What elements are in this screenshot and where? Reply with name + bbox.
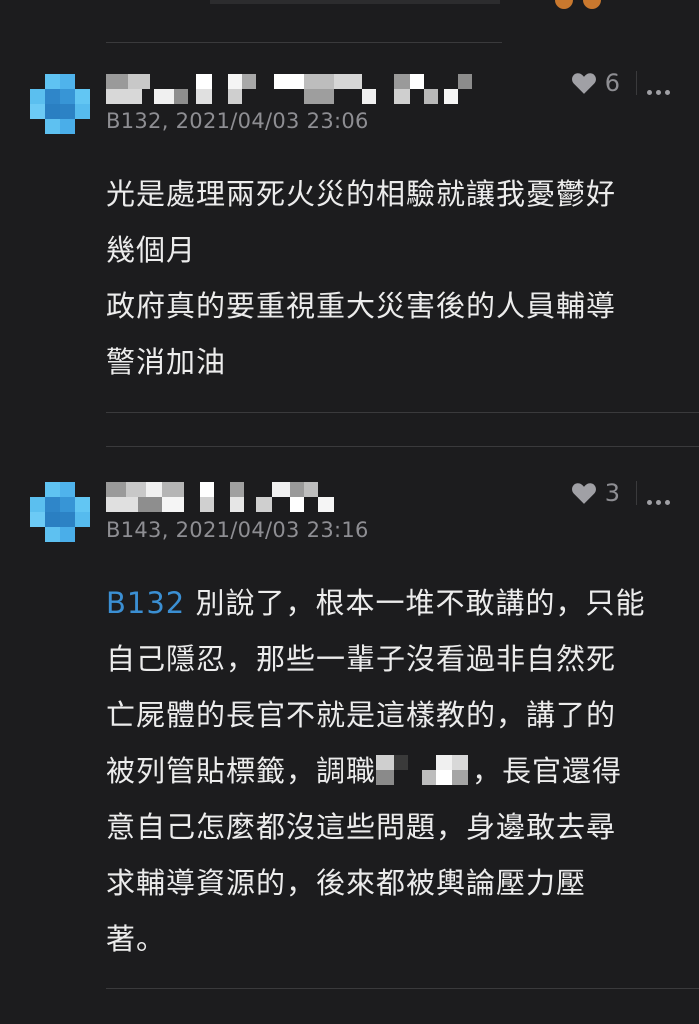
previous-comment-fragment (0, 0, 699, 40)
comment-line: 意自己怎麼都沒這些問題，身邊敢去尋 (106, 810, 617, 844)
divider (106, 412, 699, 413)
comment-line: 著。 (106, 922, 167, 956)
comment-body: 光是處理兩死火災的相驗就讓我憂鬱好 幾個月 政府真的要重視重大災害後的人員輔導 … (106, 166, 676, 390)
comment-line: B132 別說了，根本一堆不敢講的，只能 (106, 575, 676, 631)
avatar[interactable] (30, 482, 92, 544)
comment-line: 警消加油 (106, 345, 227, 379)
reply-reference-link[interactable]: B132 (106, 586, 185, 620)
heart-icon[interactable] (571, 481, 597, 505)
comment-line: 幾個月 (106, 233, 197, 267)
username-redacted[interactable] (106, 482, 346, 512)
comment-line: 亡屍體的長官不就是這樣教的，講了的 (106, 698, 617, 732)
comment-line: 自己隱忍，那些一輩子沒看過非自然死 (106, 642, 617, 676)
previous-comment-text-fragment (210, 0, 500, 4)
separator (636, 71, 637, 95)
comment-feed: B132, 2021/04/03 23:06 6 光是處理兩死火災的相驗就讓我憂… (0, 0, 699, 1024)
comment-line: 光是處理兩死火災的相驗就讓我憂鬱好 (106, 177, 617, 211)
comment-text: ，長官還得 (472, 754, 623, 788)
comment-line: 政府真的要重視重大災害後的人員輔導 (106, 289, 617, 323)
emoji-reactions-fragment (555, 0, 615, 9)
redacted-text (376, 755, 472, 785)
divider (106, 42, 502, 43)
avatar[interactable] (30, 74, 92, 136)
more-options-icon[interactable] (647, 490, 675, 505)
separator (636, 481, 637, 505)
comment-line: 被列管貼標籤，調職 ，長官還得 (106, 743, 676, 799)
heart-icon[interactable] (571, 71, 597, 95)
like-group[interactable]: 3 (571, 478, 620, 508)
floor-and-timestamp: B143, 2021/04/03 23:16 (106, 518, 369, 542)
floor-and-timestamp: B132, 2021/04/03 23:06 (106, 109, 369, 133)
more-options-icon[interactable] (647, 80, 675, 95)
username-redacted[interactable] (106, 74, 486, 104)
comment-body: B132 別說了，根本一堆不敢講的，只能 自己隱忍，那些一輩子沒看過非自然死 亡… (106, 575, 676, 967)
like-count: 6 (604, 69, 620, 97)
divider (106, 988, 699, 989)
comment-text: 被列管貼標籤，調職 (106, 754, 377, 788)
comment-line: 求輔導資源的，後來都被輿論壓力壓 (106, 866, 587, 900)
divider (106, 446, 699, 447)
like-group[interactable]: 6 (571, 68, 620, 98)
like-count: 3 (604, 479, 620, 507)
comment-text: 別說了，根本一堆不敢講的，只能 (185, 586, 646, 620)
